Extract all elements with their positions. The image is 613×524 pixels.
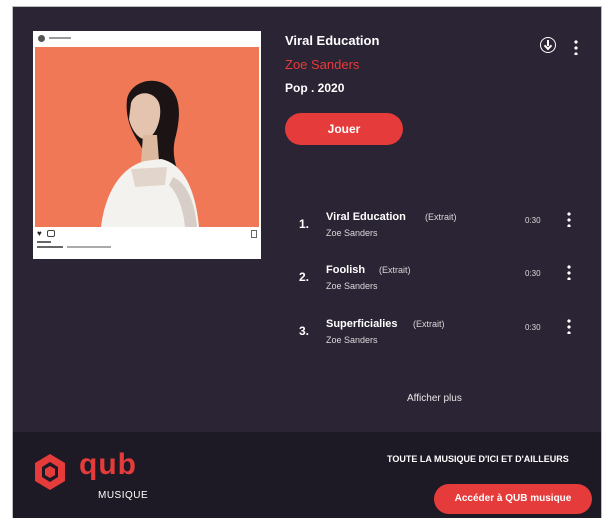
comment-icon — [47, 230, 55, 237]
album-artist[interactable]: Zoe Sanders — [285, 57, 359, 72]
qub-logo-icon — [35, 454, 65, 490]
track-row[interactable]: 1. Viral Education (Extrait) Zoe Sanders… — [285, 211, 585, 247]
cover-post-footer: ♥ — [33, 227, 261, 259]
footer-tagline: TOUTE LA MUSIQUE D'ICI ET D'AILLEURS — [387, 454, 569, 464]
track-row[interactable]: 3. Superficialies (Extrait) Zoe Sanders … — [285, 318, 585, 354]
album-cover[interactable]: ♥ — [33, 31, 261, 259]
track-row[interactable]: 2. Foolish (Extrait) Zoe Sanders 0:30 — [285, 264, 585, 300]
kebab-menu-icon[interactable] — [567, 318, 571, 334]
bookmark-icon — [251, 230, 257, 238]
track-duration: 0:30 — [525, 323, 541, 332]
track-duration: 0:30 — [525, 269, 541, 278]
track-tag: (Extrait) — [379, 265, 411, 275]
portrait-illustration — [101, 80, 199, 227]
track-duration: 0:30 — [525, 216, 541, 225]
track-title[interactable]: Superficialies — [326, 318, 398, 330]
track-artist[interactable]: Zoe Sanders — [326, 228, 378, 238]
heart-icon: ♥ — [37, 229, 42, 238]
track-artist[interactable]: Zoe Sanders — [326, 281, 378, 291]
cover-handle — [49, 37, 71, 39]
kebab-menu-icon[interactable] — [567, 211, 571, 227]
play-button[interactable]: Jouer — [285, 113, 403, 145]
download-icon[interactable] — [540, 37, 556, 53]
track-title[interactable]: Foolish — [326, 264, 365, 276]
footer-banner: qub MUSIQUE TOUTE LA MUSIQUE D'ICI ET D'… — [13, 432, 601, 518]
album-art-portrait — [35, 47, 259, 227]
kebab-menu-icon[interactable] — [574, 39, 578, 55]
music-player-widget: ♥ Viral Education Zoe Sanders Pop . 2020… — [12, 6, 602, 518]
track-number: 2. — [299, 270, 310, 284]
track-artist[interactable]: Zoe Sanders — [326, 335, 378, 345]
kebab-menu-icon[interactable] — [567, 264, 571, 280]
track-tag: (Extrait) — [413, 319, 445, 329]
likes-text — [37, 241, 51, 243]
open-qub-musique-button[interactable]: Accéder à QUB musique — [434, 484, 592, 514]
qub-logo-text: qub — [79, 448, 137, 481]
cover-avatar — [38, 35, 45, 42]
track-title[interactable]: Viral Education — [326, 211, 406, 223]
track-number: 1. — [299, 217, 310, 231]
track-tag: (Extrait) — [425, 212, 457, 222]
track-number: 3. — [299, 324, 310, 338]
qub-logo-subtitle: MUSIQUE — [98, 490, 149, 501]
album-meta: Pop . 2020 — [285, 81, 345, 95]
cover-post-header — [33, 31, 261, 45]
caption-text — [67, 246, 111, 248]
show-more-link[interactable]: Afficher plus — [407, 393, 462, 404]
album-title: Viral Education — [285, 33, 380, 48]
caption-user — [37, 246, 63, 248]
